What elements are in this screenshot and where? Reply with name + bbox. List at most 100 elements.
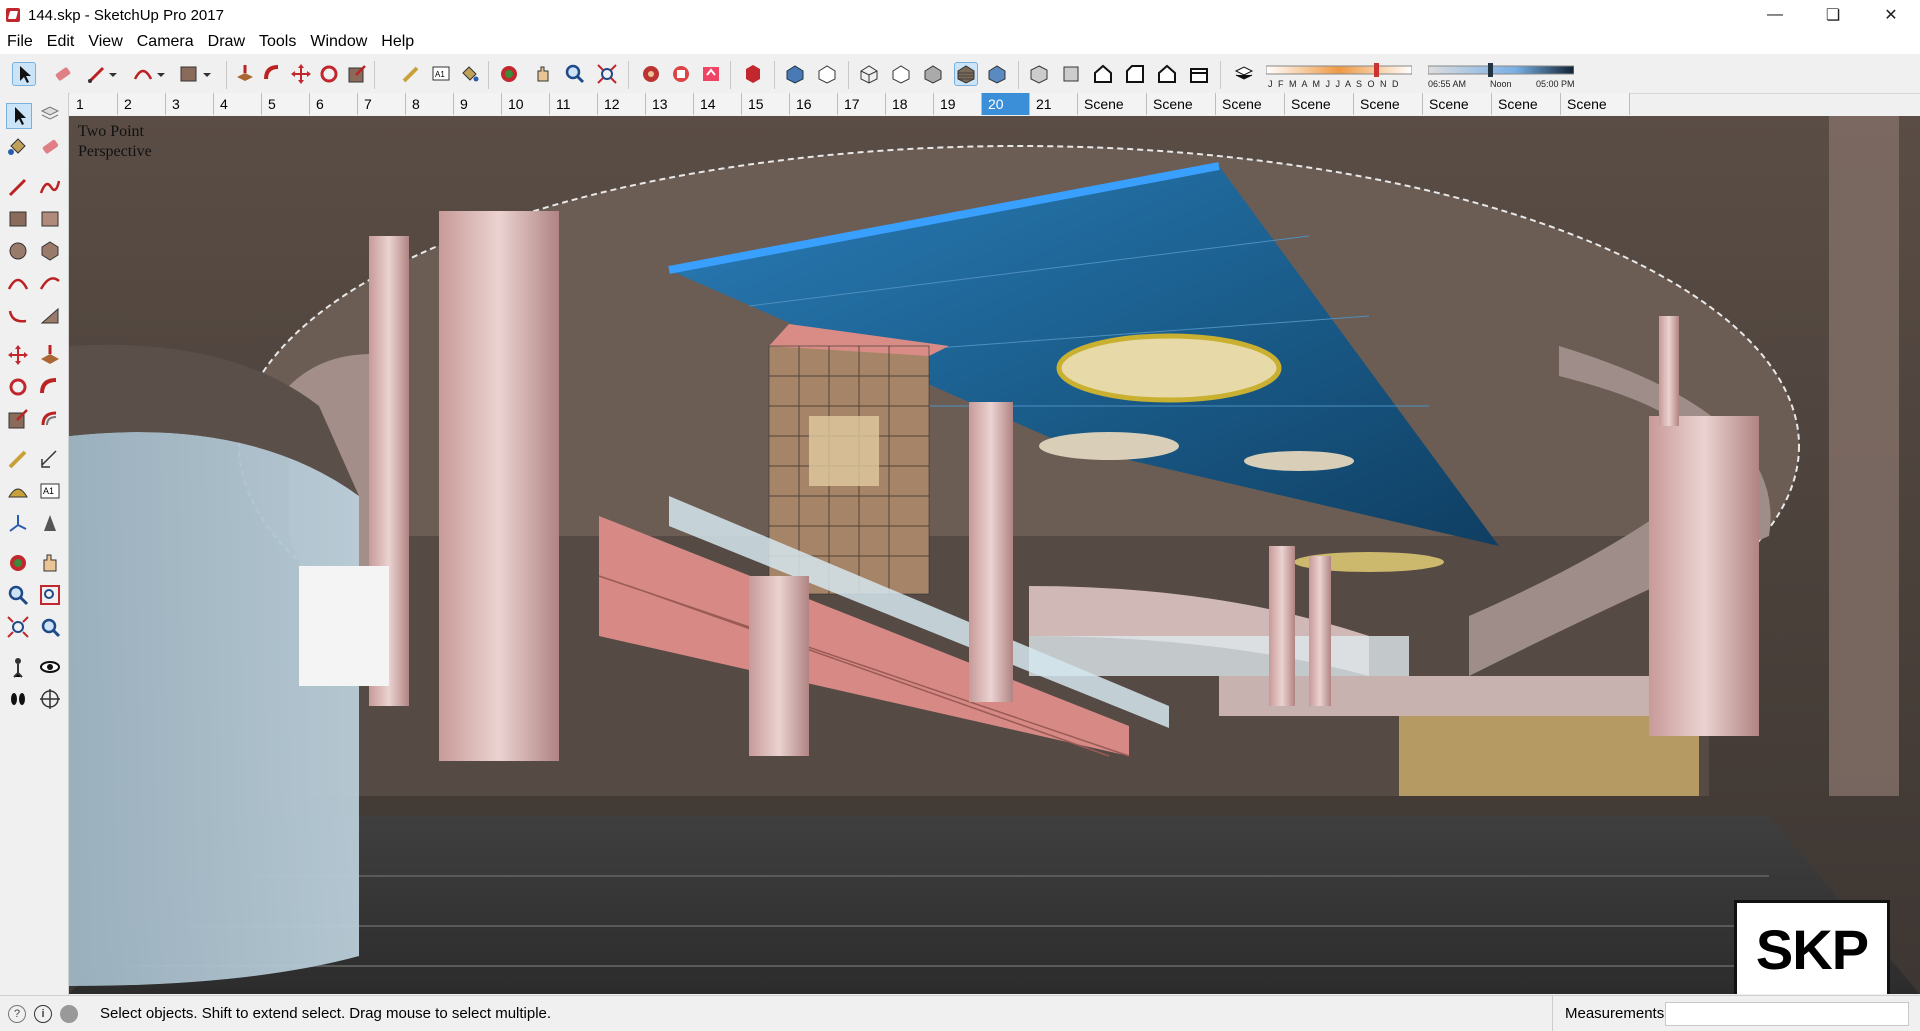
eraser-icon[interactable] [38,135,62,159]
menu-window[interactable]: Window [303,33,374,51]
monochrome-icon[interactable] [986,63,1008,85]
scene-tab[interactable]: 12 [598,93,646,115]
model-viewport[interactable]: Two Point Perspective SKP [69,116,1920,994]
arc-tool-icon[interactable] [132,63,154,85]
line-tool-icon[interactable] [86,63,108,85]
dimension-icon[interactable] [38,447,62,471]
upload-model-icon[interactable] [700,63,722,85]
menu-file[interactable]: File [0,33,40,51]
select-tool-icon[interactable] [12,62,36,86]
paint-bucket-icon[interactable] [6,135,30,159]
menu-camera[interactable]: Camera [130,33,201,51]
zoom-window-icon[interactable] [38,583,62,607]
select-icon[interactable] [6,103,32,129]
3d-text-icon[interactable] [38,511,62,535]
scale-tool-icon[interactable] [346,63,368,85]
tape-measure-icon[interactable] [400,63,422,85]
minimize-button[interactable]: — [1746,0,1804,30]
scene-tab[interactable]: Scene 26 [1354,93,1423,134]
rotated-rectangle-icon[interactable] [38,207,62,231]
scene-tab[interactable]: Scene 28 [1492,93,1561,134]
scene-tab[interactable]: 18 [886,93,934,115]
zoom-icon[interactable] [564,63,586,85]
xray-style-icon[interactable] [784,63,806,85]
rectangle-tool-icon[interactable] [178,63,200,85]
scene-tab[interactable]: 1 [70,93,118,115]
line-dropdown-icon[interactable] [108,63,130,85]
section-plane-icon[interactable] [38,687,62,711]
menu-view[interactable]: View [81,33,129,51]
scene-tab[interactable]: 13 [646,93,694,115]
zoom-extents-icon[interactable] [6,615,30,639]
two-point-arc-icon[interactable] [38,271,62,295]
scene-tab[interactable]: 16 [790,93,838,115]
hidden-line-icon[interactable] [890,63,912,85]
scene-tab[interactable]: 6 [310,93,358,115]
menu-tools[interactable]: Tools [252,33,303,51]
text-icon[interactable]: A1 [38,479,62,503]
pan-icon[interactable] [38,551,62,575]
rotate-tool-icon[interactable] [318,63,340,85]
components-icon[interactable] [670,63,692,85]
back-view-icon[interactable] [1156,63,1178,85]
text-tool-icon[interactable]: A1 [430,63,452,85]
scene-tab[interactable]: 14 [694,93,742,115]
menu-draw[interactable]: Draw [201,33,252,51]
scene-tab[interactable]: Scene 22 [1078,93,1147,134]
axes-icon[interactable] [6,511,30,535]
shape-dropdown-icon[interactable] [202,63,224,85]
scene-tab[interactable]: Scene 24 [1216,93,1285,134]
scene-tab[interactable]: Scene 25 [1285,93,1354,134]
scene-tab[interactable]: 3 [166,93,214,115]
position-camera-icon[interactable] [6,655,30,679]
extension-warehouse-icon[interactable] [742,63,764,85]
orbit-icon[interactable] [498,63,520,85]
freehand-icon[interactable] [38,175,62,199]
shadow-date-slider[interactable] [1265,63,1413,77]
three-point-arc-icon[interactable] [6,303,30,327]
menu-help[interactable]: Help [374,33,421,51]
scene-tab-active[interactable]: 20 [982,93,1030,115]
scene-tab[interactable]: 9 [454,93,502,115]
scene-tab[interactable]: Scene 23 [1147,93,1216,134]
scene-tab[interactable]: 15 [742,93,790,115]
orbit-icon[interactable] [6,551,30,575]
arc-icon[interactable] [6,271,30,295]
menu-edit[interactable]: Edit [40,33,82,51]
circle-icon[interactable] [6,239,30,263]
zoom-icon[interactable] [6,583,30,607]
polygon-icon[interactable] [38,239,62,263]
make-component-icon[interactable] [38,103,62,127]
scene-tab[interactable]: 19 [934,93,982,115]
scene-tab[interactable]: 2 [118,93,166,115]
eraser-icon[interactable] [52,63,74,85]
geolocation-icon[interactable]: ? [8,1004,26,1023]
scene-tab[interactable]: 11 [550,93,598,115]
scene-tab[interactable]: 7 [358,93,406,115]
scene-tab[interactable]: 10 [502,93,550,115]
scene-tab[interactable]: Scene 29 [1561,93,1630,134]
arc-dropdown-icon[interactable] [156,63,178,85]
tape-measure-icon[interactable] [6,447,30,471]
shadows-toggle-icon[interactable] [1232,63,1254,85]
follow-me-icon[interactable] [38,375,62,399]
left-view-icon[interactable] [1188,63,1210,85]
close-button[interactable]: ✕ [1862,0,1920,30]
scale-icon[interactable] [6,407,30,431]
scene-tab[interactable]: 5 [262,93,310,115]
scene-tab[interactable]: 17 [838,93,886,115]
back-edges-icon[interactable] [816,63,838,85]
measurements-input[interactable] [1665,1002,1909,1026]
rotate-icon[interactable] [6,375,30,399]
info-icon[interactable]: i [34,1004,52,1023]
pie-icon[interactable] [38,303,62,327]
warehouse-icon[interactable] [640,63,662,85]
offset-icon[interactable] [38,407,62,431]
user-account-icon[interactable] [60,1004,78,1023]
rectangle-icon[interactable] [6,207,30,231]
scene-tab[interactable]: Scene 27 [1423,93,1492,134]
wireframe-icon[interactable] [858,63,880,85]
scene-tab[interactable]: 4 [214,93,262,115]
protractor-icon[interactable] [6,479,30,503]
previous-view-icon[interactable] [38,615,62,639]
